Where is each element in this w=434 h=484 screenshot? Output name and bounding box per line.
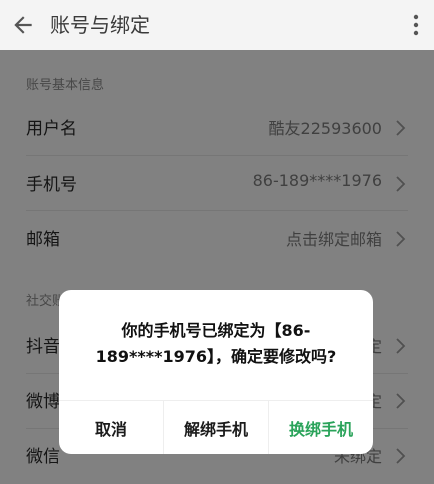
back-arrow-icon[interactable]: [10, 12, 36, 38]
app-bar: 账号与绑定: [0, 0, 434, 50]
page-title: 账号与绑定: [50, 13, 150, 37]
dialog-button-bar: 取消 解绑手机 换绑手机: [59, 400, 373, 454]
more-vertical-icon[interactable]: [410, 13, 422, 37]
unbind-phone-button[interactable]: 解绑手机: [163, 401, 268, 454]
confirm-dialog: 你的手机号已绑定为【86-189****1976】，确定要修改吗? 取消 解绑手…: [59, 290, 373, 454]
dialog-message: 你的手机号已绑定为【86-189****1976】，确定要修改吗?: [95, 321, 337, 366]
change-phone-button[interactable]: 换绑手机: [268, 401, 373, 454]
cancel-button[interactable]: 取消: [59, 401, 163, 454]
